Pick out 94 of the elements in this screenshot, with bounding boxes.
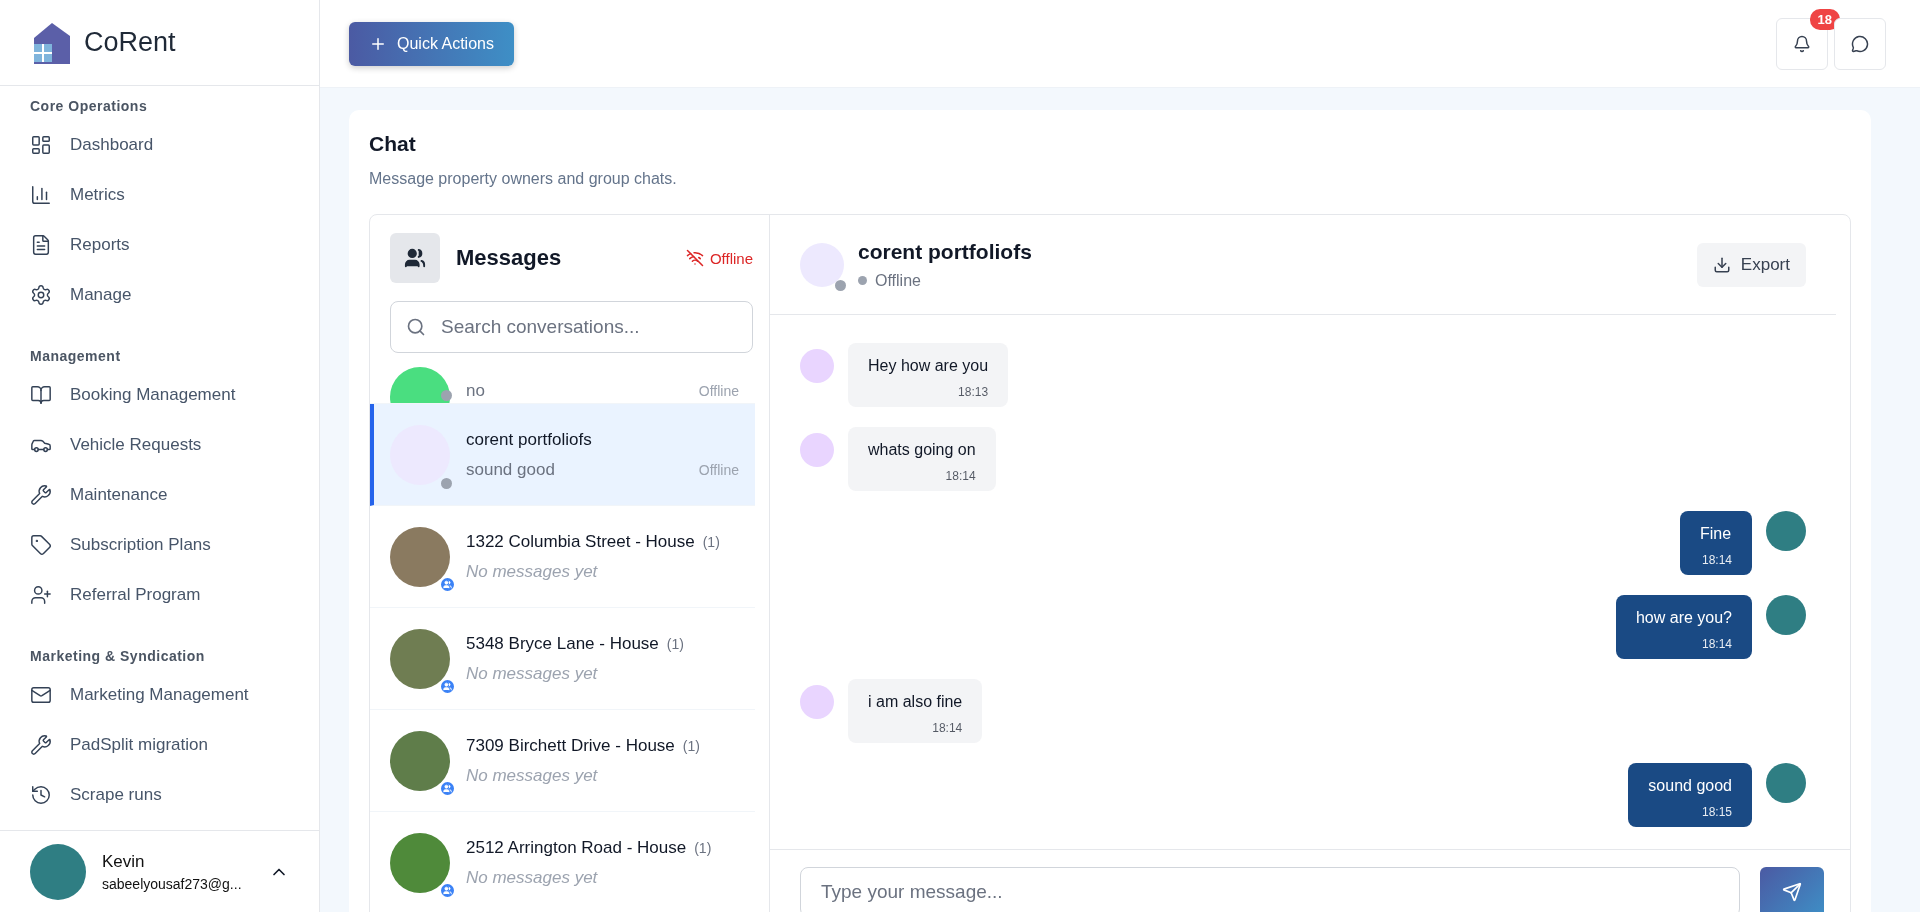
download-icon (1712, 255, 1731, 274)
nav-item[interactable]: Vehicle Requests (30, 420, 202, 470)
message-text: i am also fine (868, 693, 963, 711)
message-text: sound good (1648, 777, 1732, 795)
unread-count: (1) (666, 635, 684, 652)
users-icon (404, 247, 426, 269)
nav-item[interactable]: Booking Management (30, 370, 236, 420)
search-field[interactable]: Search conversations... (390, 301, 753, 353)
status-dot (858, 276, 867, 285)
history-icon (30, 784, 52, 806)
section-title: Management (30, 347, 122, 366)
group-badge-icon (439, 779, 456, 797)
presence-dot (441, 477, 452, 489)
message-text: Hey how are you (868, 357, 989, 375)
message-time: 18:14 (932, 721, 963, 735)
message-text: Fine (1700, 525, 1732, 543)
conversation-item[interactable]: corent portfoliofs sound good Offline (370, 404, 755, 506)
bell-icon (1793, 34, 1811, 53)
group-badge-icon (439, 881, 456, 899)
nav-item[interactable]: Manage (30, 270, 132, 320)
message-preview: No messages yet (466, 561, 598, 582)
unread-count: (1) (702, 533, 720, 550)
brand-name: CoRent (84, 27, 176, 58)
chat-bubble-icon (1851, 34, 1869, 53)
message-preview: sound good (466, 459, 555, 480)
nav-item[interactable]: Metrics (30, 170, 125, 220)
avatar-placeholder (800, 349, 834, 383)
conversation-name: 2512 Arrington Road - House (466, 837, 687, 858)
message-preview: no (466, 381, 485, 401)
nav-item[interactable]: Scrape runs (30, 770, 162, 820)
messages-title: Messages (456, 245, 563, 271)
tag-icon (30, 534, 52, 556)
send-button[interactable] (1760, 866, 1824, 912)
section-title: Core Operations (30, 97, 149, 116)
message-preview: No messages yet (466, 765, 598, 786)
avatar-placeholder (800, 433, 834, 467)
avatar-placeholder (800, 685, 834, 719)
section-title: Marketing & Syndication (30, 647, 206, 666)
nav-item[interactable]: PadSplit migration (30, 720, 208, 770)
wifi-off-icon (685, 249, 704, 267)
quick-actions-button[interactable]: Quick Actions (349, 21, 514, 66)
add-user-icon (30, 584, 52, 606)
messages-button[interactable] (1834, 17, 1886, 70)
message-text: how are you? (1635, 609, 1732, 627)
message-text: whats going on (868, 441, 976, 459)
message-time: 18:13 (958, 385, 989, 399)
page-title: Chat (369, 132, 417, 156)
search-icon (406, 317, 426, 337)
user-name: Kevin (102, 851, 146, 872)
avatar-placeholder (1766, 511, 1806, 551)
message-preview: No messages yet (466, 663, 598, 684)
message-time: 18:14 (945, 469, 976, 483)
avatar-placeholder (1766, 763, 1806, 803)
message-preview: No messages yet (466, 867, 598, 888)
message-time: 18:14 (1701, 553, 1732, 567)
document-icon (30, 234, 52, 256)
bar-chart-icon (30, 184, 52, 206)
connection-status: Offline (685, 249, 753, 267)
avatar-placeholder (800, 242, 844, 287)
group-badge-icon (439, 677, 456, 695)
mail-icon (30, 684, 52, 706)
presence-dot (835, 279, 846, 291)
conversation-name: 7309 Birchett Drive - House (466, 735, 675, 756)
conversation-name: corent portfoliofs (466, 429, 592, 450)
unread-count: (1) (694, 839, 712, 856)
nav-item[interactable]: Marketing Management (30, 670, 249, 720)
message-time: 18:15 (1701, 805, 1732, 819)
wrench-icon (30, 734, 52, 756)
message-time: 18:14 (1701, 637, 1732, 651)
contact-status: Offline (875, 271, 921, 290)
settings-icon (30, 284, 52, 306)
wrench-icon (30, 484, 52, 506)
nav-item[interactable]: Subscription Plans (30, 520, 211, 570)
nav-item[interactable]: Referral Program (30, 570, 201, 620)
book-icon (30, 384, 52, 406)
group-badge-icon (439, 575, 456, 593)
unread-count: (1) (682, 737, 700, 754)
presence-status: Offline (698, 383, 739, 399)
nav-item[interactable]: Reports (30, 220, 130, 270)
presence-dot (441, 390, 452, 401)
nav-item[interactable]: Dashboard (30, 120, 154, 170)
conversation-name: 1322 Columbia Street - House (466, 531, 695, 552)
message-input[interactable]: Type your message... (800, 866, 1740, 912)
conversation-item[interactable]: no Offline (370, 367, 755, 404)
send-icon (1782, 881, 1802, 902)
dashboard-icon (30, 134, 52, 156)
user-email: sabeelyousaf273@g... (102, 875, 243, 892)
nav-item[interactable]: Maintenance (30, 470, 168, 520)
presence-status: Offline (698, 461, 739, 478)
avatar-placeholder (1766, 595, 1806, 635)
page-subtitle: Message property owners and group chats. (369, 170, 678, 188)
contact-name: corent portfoliofs (858, 239, 1032, 264)
conversation-name: 5348 Bryce Lane - House (466, 633, 659, 654)
export-button[interactable]: Export (1696, 242, 1806, 287)
